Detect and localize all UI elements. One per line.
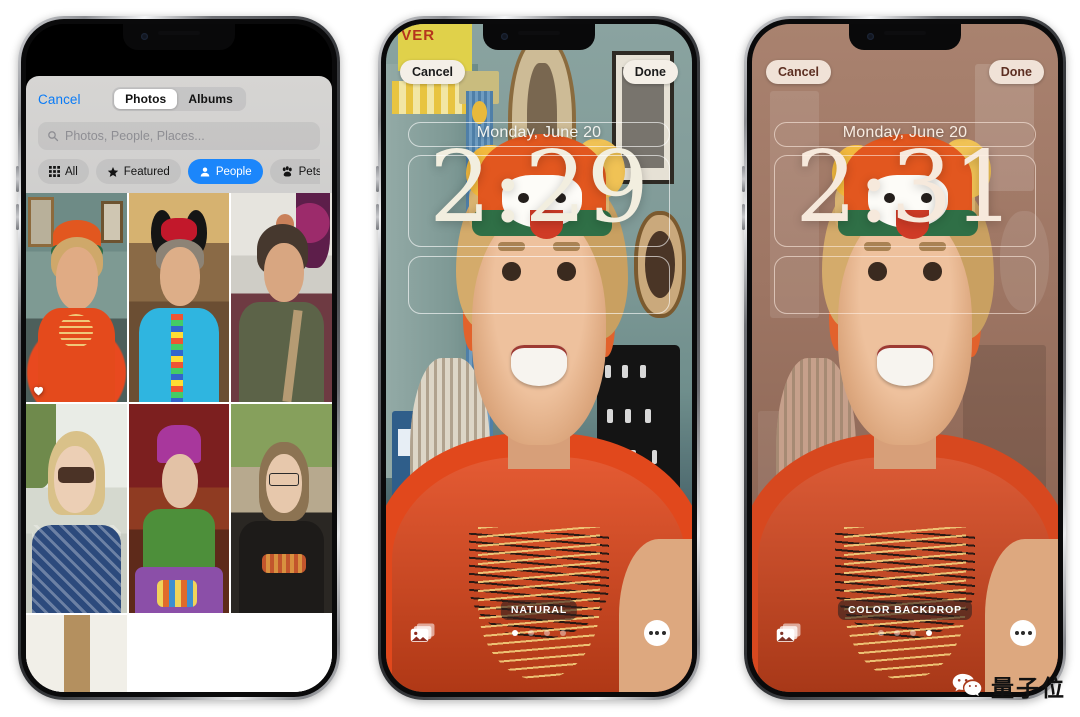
page-dot[interactable] (878, 630, 884, 636)
ellipsis-icon (1027, 631, 1032, 635)
cancel-button[interactable]: Cancel (38, 92, 81, 107)
volume-down-button[interactable] (742, 204, 745, 230)
paw-icon (282, 165, 292, 177)
speaker-grille (158, 31, 200, 35)
volume-up-button[interactable] (742, 166, 745, 192)
notch (123, 24, 235, 50)
page-dot[interactable] (926, 630, 932, 636)
phone-screen: Monday, June 20 2:31 Cancel Done COLOR B… (752, 24, 1058, 692)
volume-down-button[interactable] (16, 204, 19, 230)
volume-up-button[interactable] (376, 166, 379, 192)
style-page-dots[interactable] (512, 630, 566, 636)
table-row[interactable] (26, 404, 127, 613)
style-name-badge: COLOR BACKDROP (837, 600, 973, 620)
search-input[interactable]: Photos, People, Places... (38, 122, 320, 150)
watermark-text: 量子位 (991, 676, 1066, 702)
watermark: 量子位 (952, 669, 1066, 703)
chip-all[interactable]: All (38, 159, 89, 184)
lock-screen-toolbar: Cancel Done (752, 24, 1058, 94)
page-dot[interactable] (894, 630, 900, 636)
chip-label: Featured (123, 165, 170, 178)
cancel-button[interactable]: Cancel (766, 60, 831, 84)
bottom-widget-slot[interactable] (408, 256, 670, 314)
grid-icon (49, 166, 60, 177)
chip-people[interactable]: People (187, 159, 263, 184)
time-widget-slot[interactable] (774, 155, 1036, 247)
ellipsis-icon (661, 631, 666, 635)
phone-lock-screen-color-backdrop: Monday, June 20 2:31 Cancel Done COLOR B… (742, 16, 1066, 700)
ellipsis-icon (655, 631, 659, 635)
chip-label: Pets (298, 165, 320, 178)
table-row[interactable] (231, 193, 332, 402)
search-icon (48, 131, 59, 142)
table-row[interactable] (26, 193, 127, 402)
phone-lock-screen-natural: VER Monday, June 20 2:29 Cancel Done NAT… (376, 16, 700, 700)
time-widget-slot[interactable] (408, 155, 670, 247)
heart-icon (33, 386, 44, 396)
picker-header: Cancel Photos Albums Photos, People, Pla… (26, 76, 332, 184)
list-item[interactable] (231, 615, 332, 692)
page-dot[interactable] (910, 630, 916, 636)
lock-screen-toolbar: Cancel Done (386, 24, 692, 94)
more-options-button[interactable] (1010, 620, 1036, 646)
page-dot[interactable] (544, 630, 550, 636)
person-icon (200, 167, 210, 176)
front-camera-icon (141, 33, 148, 40)
photos-albums-segmented-control[interactable]: Photos Albums (112, 87, 246, 111)
ellipsis-icon (1021, 631, 1025, 635)
phone-screen: VER Monday, June 20 2:29 Cancel Done NAT… (386, 24, 692, 692)
phone-screen: Cancel Photos Albums Photos, People, Pla… (26, 24, 332, 692)
tab-photos[interactable]: Photos (114, 89, 178, 109)
photo-thumbnail (26, 615, 127, 692)
lock-screen-date[interactable]: Monday, June 20 (752, 124, 1058, 142)
page-dot[interactable] (560, 630, 566, 636)
chip-featured[interactable]: Featured (95, 159, 181, 184)
style-name-badge: NATURAL (500, 600, 578, 620)
done-button[interactable]: Done (622, 60, 678, 84)
photo-thumbnail (128, 193, 230, 402)
volume-up-button[interactable] (16, 166, 19, 192)
ellipsis-icon (1014, 631, 1019, 635)
screenshot-canvas: Cancel Photos Albums Photos, People, Pla… (0, 0, 1080, 717)
photo-thumbnail (128, 404, 230, 613)
table-row[interactable] (231, 404, 332, 613)
phone-photo-picker: Cancel Photos Albums Photos, People, Pla… (16, 16, 340, 700)
search-placeholder: Photos, People, Places... (65, 129, 205, 143)
star-icon (107, 166, 118, 177)
ellipsis-icon (648, 631, 653, 635)
table-row[interactable] (128, 193, 230, 402)
style-page-dots[interactable] (878, 630, 932, 636)
list-item[interactable] (128, 615, 230, 692)
style-picker-bar: COLOR BACKDROP (752, 600, 1058, 676)
lock-screen-date[interactable]: Monday, June 20 (386, 124, 692, 142)
bottom-widget-slot[interactable] (774, 256, 1036, 314)
cancel-button[interactable]: Cancel (400, 60, 465, 84)
photo-thumbnail (26, 193, 127, 402)
chip-label: People (215, 165, 252, 178)
chip-label: All (65, 165, 78, 178)
done-button[interactable]: Done (988, 60, 1044, 84)
volume-down-button[interactable] (376, 204, 379, 230)
more-options-button[interactable] (644, 620, 670, 646)
photo-grid[interactable] (26, 193, 332, 692)
chip-pets[interactable]: Pets (269, 159, 320, 184)
page-dot[interactable] (512, 630, 518, 636)
photo-stack-icon[interactable] (410, 622, 436, 644)
picker-toolbar: Cancel Photos Albums (38, 84, 320, 114)
tab-albums[interactable]: Albums (177, 89, 244, 109)
style-picker-bar: NATURAL (386, 600, 692, 676)
photo-thumbnail (231, 193, 332, 402)
filter-chip-row[interactable]: All Featured People Pets (38, 159, 320, 184)
wechat-icon (952, 673, 982, 697)
table-row[interactable] (128, 404, 230, 613)
page-dot[interactable] (528, 630, 534, 636)
photo-thumbnail (231, 404, 332, 613)
photo-thumbnail (26, 404, 127, 613)
table-row[interactable] (26, 615, 127, 692)
photo-stack-icon[interactable] (776, 622, 802, 644)
photo-picker-sheet: Cancel Photos Albums Photos, People, Pla… (26, 76, 332, 692)
